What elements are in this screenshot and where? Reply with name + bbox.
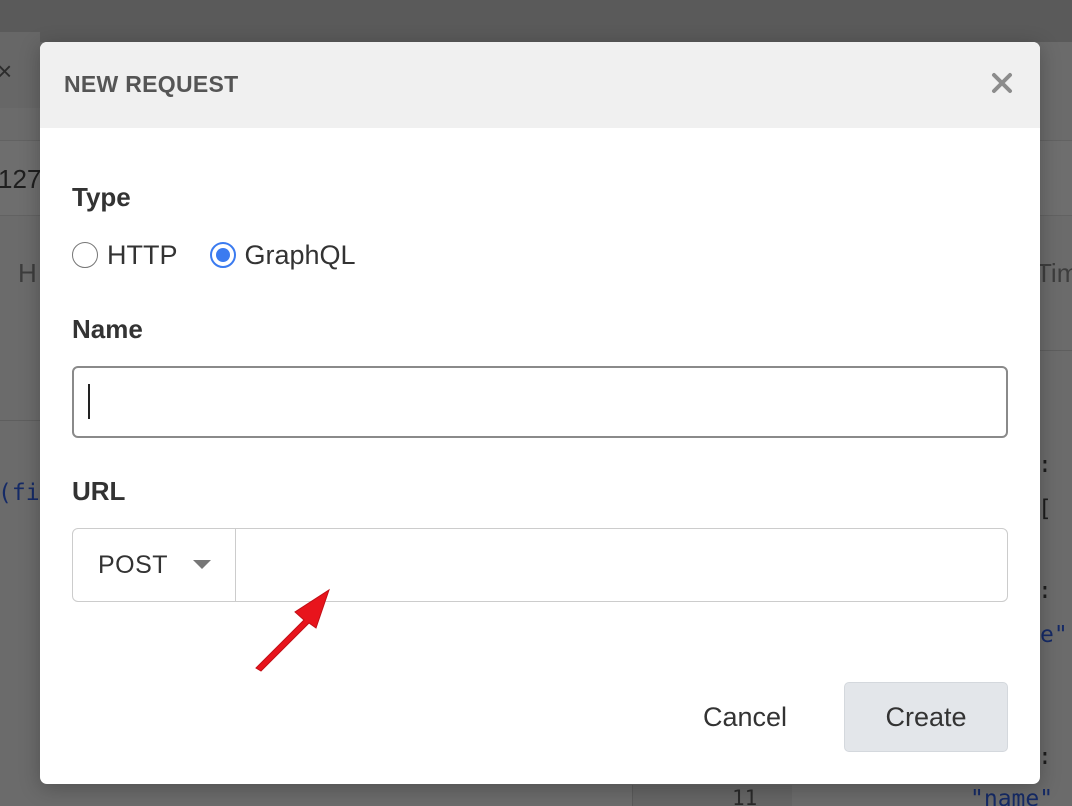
url-input[interactable]: [236, 529, 1007, 601]
radio-http[interactable]: HTTP: [72, 240, 178, 271]
annotation-arrow-icon: [255, 588, 330, 672]
modal-header: NEW REQUEST: [40, 42, 1040, 128]
bg-code-line: :: [1038, 744, 1052, 770]
method-value: POST: [98, 550, 169, 579]
bg-tab-close-icon: ×: [0, 56, 13, 86]
bg-code-line: [: [1038, 496, 1052, 522]
bg-code-line: :: [1038, 452, 1052, 478]
bg-code-line: :: [1038, 578, 1052, 604]
bg-top-bar: [0, 0, 1072, 42]
radio-graphql-label[interactable]: GraphQL: [245, 240, 356, 271]
text-caret: [88, 384, 90, 419]
name-label: Name: [72, 314, 143, 344]
bg-code-line: "name": [970, 786, 1054, 806]
cancel-button[interactable]: Cancel: [680, 682, 810, 752]
bg-url-text: 127: [0, 164, 42, 194]
modal-title: NEW REQUEST: [64, 71, 239, 97]
bg-line-number: 11: [732, 786, 758, 806]
close-icon: [992, 73, 1012, 93]
url-group: POST: [72, 528, 1008, 602]
radio-graphql[interactable]: GraphQL: [209, 240, 356, 271]
new-request-modal: NEW REQUEST Type HTTP GraphQL Name URL P…: [40, 42, 1040, 784]
url-label: URL: [72, 476, 126, 506]
radio-graphql-circle[interactable]: [209, 242, 236, 268]
radio-http-label[interactable]: HTTP: [107, 240, 178, 271]
close-button[interactable]: [985, 66, 1019, 100]
radio-http-circle[interactable]: [72, 242, 98, 268]
bg-subtab-left: H: [18, 258, 37, 288]
bg-code-line: e": [1040, 622, 1068, 648]
method-dropdown[interactable]: POST: [73, 529, 236, 601]
type-radio-group: HTTP GraphQL: [72, 238, 388, 272]
bg-divider-right: [1040, 350, 1072, 351]
bg-divider: [0, 420, 40, 421]
bg-code-left: (fi: [0, 480, 40, 506]
create-button[interactable]: Create: [844, 682, 1008, 752]
chevron-down-icon: [193, 560, 211, 569]
name-input[interactable]: [72, 366, 1008, 438]
bg-line-gutter: [632, 785, 792, 806]
type-label: Type: [72, 182, 131, 212]
bg-subtab-right: Tim: [1036, 258, 1072, 288]
